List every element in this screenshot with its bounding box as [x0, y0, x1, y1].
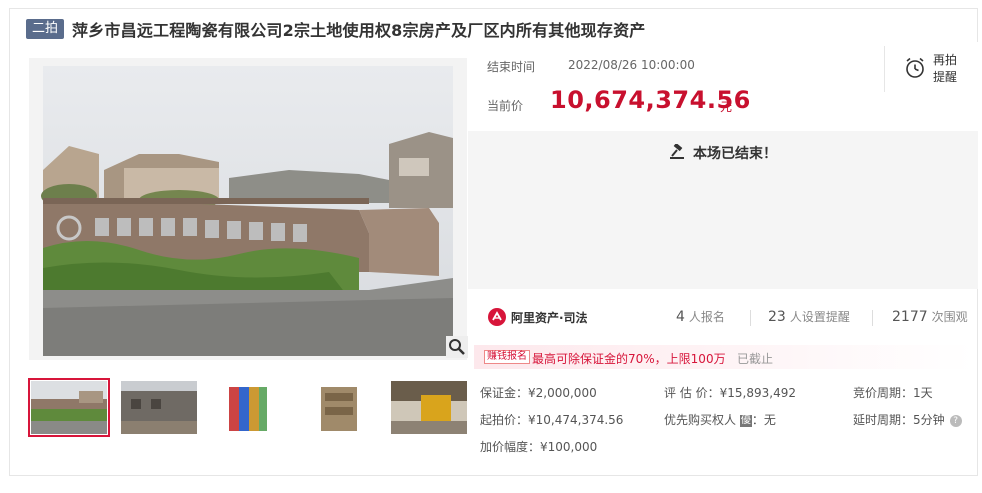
main-photo[interactable]	[29, 58, 467, 360]
promo-banner[interactable]: 赚钱报名 最高可除保证金的70%，上限100万 已截止	[474, 345, 974, 369]
end-time-label: 结束时间	[487, 60, 536, 74]
auction-ended-message: 本场已结束！	[468, 142, 978, 163]
zoom-button[interactable]	[446, 336, 468, 358]
promo-text: 最高可除保证金的70%，上限100万	[532, 352, 726, 366]
priority-buyer-label: 优先购买权人	[664, 413, 737, 427]
stat-divider	[750, 310, 751, 326]
delay-period-text: 延时周期：5分钟	[853, 413, 945, 427]
ali-assets-logo-icon	[488, 308, 506, 326]
stat-views: 2177 次围观	[892, 308, 968, 325]
gavel-icon	[670, 142, 684, 159]
thumbnail-2[interactable]	[121, 381, 197, 434]
magnifier-icon	[449, 339, 465, 355]
stats-bar: 阿里资产·司法 4 人报名 23 人设置提醒 2177 次围观	[468, 296, 978, 342]
thumbnail-4[interactable]	[301, 381, 377, 434]
reauction-remind-button[interactable]: 再拍 提醒	[884, 46, 974, 92]
stat-signups: 4 人报名	[676, 308, 725, 325]
current-price-label: 当前价	[487, 99, 524, 113]
priority-badge-icon: 優	[739, 414, 752, 427]
stat-signups-count: 4	[676, 309, 685, 325]
stat-reminders-count: 23	[768, 309, 786, 325]
deposit-field: 保证金：¥2,000,000	[480, 386, 597, 400]
auction-ended-text: 本场已结束！	[693, 146, 777, 162]
delay-period-field: 延时周期：5分钟?	[853, 411, 962, 428]
remind-label-line2: 提醒	[933, 70, 958, 84]
thumbnail-1[interactable]	[28, 378, 110, 437]
thumbnail-5[interactable]	[391, 381, 467, 434]
promo-status: 已截止	[737, 352, 774, 366]
promo-tag: 赚钱报名	[484, 350, 530, 364]
bid-period-field: 竞价周期：1天	[853, 386, 933, 400]
end-time-value: 2022/08/26 10:00:00	[568, 58, 695, 72]
thumbnail-3[interactable]	[211, 381, 287, 434]
stat-signups-unit: 人报名	[688, 310, 725, 324]
priority-buyer-field: 优先购买权人 優：无	[664, 411, 776, 428]
auction-status-box: 本场已结束！	[468, 131, 978, 289]
increment-field: 加价幅度：¥100,000	[480, 440, 598, 454]
priority-buyer-value: ：无	[751, 413, 776, 427]
stat-reminders: 23 人设置提醒	[768, 308, 850, 325]
stat-divider	[872, 310, 873, 326]
title-row: 二拍 萍乡市昌远工程陶瓷有限公司2宗土地使用权8宗房产及厂区内所有其他现存资产	[26, 18, 645, 40]
platform-logo: 阿里资产·司法	[488, 308, 588, 326]
appraisal-field: 评 估 价：¥15,893,492	[664, 386, 796, 400]
platform-logo-text: 阿里资产·司法	[511, 310, 588, 325]
stat-reminders-unit: 人设置提醒	[789, 310, 850, 324]
page-title: 萍乡市昌远工程陶瓷有限公司2宗土地使用权8宗房产及厂区内所有其他现存资产	[72, 21, 646, 40]
current-price-unit: 元	[720, 100, 733, 114]
start-price-field: 起拍价：¥10,474,374.56	[480, 413, 624, 427]
help-icon[interactable]: ?	[949, 414, 962, 427]
stat-views-count: 2177	[892, 309, 928, 325]
round-badge: 二拍	[26, 19, 65, 39]
alarm-clock-icon	[906, 57, 924, 78]
remind-label-line1: 再拍	[933, 53, 958, 67]
stat-views-unit: 次围观	[931, 310, 968, 324]
